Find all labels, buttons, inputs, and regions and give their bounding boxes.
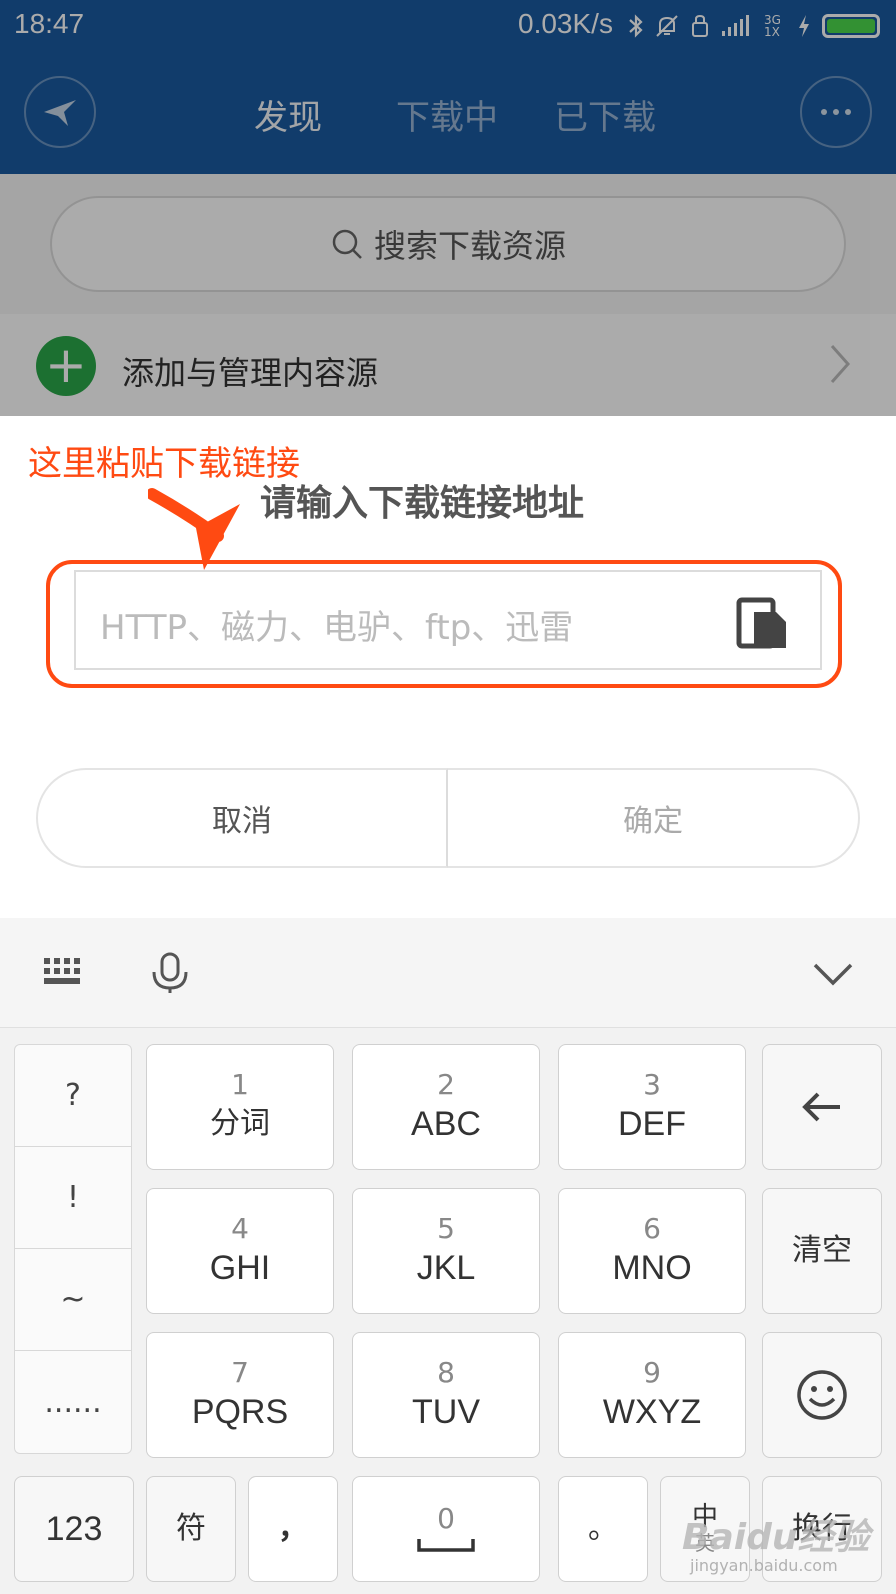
key-number: 2: [437, 1068, 455, 1101]
smiley-icon: [797, 1370, 847, 1420]
key-label: TUV: [412, 1393, 480, 1431]
key-4[interactable]: 4 GHI: [146, 1188, 334, 1314]
key-8[interactable]: 8 TUV: [352, 1332, 540, 1458]
key-number: 9: [643, 1356, 661, 1389]
download-url-input[interactable]: HTTP、磁力、电驴、ftp、迅雷: [74, 570, 822, 670]
symbol-key[interactable]: ......: [15, 1351, 131, 1453]
space-key[interactable]: 0: [352, 1476, 540, 1582]
key-7[interactable]: 7 PQRS: [146, 1332, 334, 1458]
symbol-key[interactable]: ?: [15, 1045, 131, 1147]
key-label: ABC: [411, 1105, 481, 1143]
comma-key[interactable]: ，: [248, 1476, 338, 1582]
modal-overlay[interactable]: [0, 0, 896, 416]
key-number: 0: [437, 1502, 455, 1535]
keyboard-icon[interactable]: [44, 958, 80, 986]
watermark-logo: Baidu经验: [682, 1517, 870, 1558]
keyboard-toolbar: [0, 918, 896, 1028]
key-label: 符: [176, 1511, 206, 1546]
key-number: 3: [643, 1068, 661, 1101]
dialog-title: 请输入下载链接地址: [260, 483, 585, 524]
key-5[interactable]: 5 JKL: [352, 1188, 540, 1314]
clear-key[interactable]: 清空: [762, 1188, 882, 1314]
confirm-button[interactable]: 确定: [448, 768, 860, 868]
key-label: DEF: [618, 1105, 686, 1143]
key-label: 分词: [210, 1106, 270, 1141]
symbol-key[interactable]: !: [15, 1147, 131, 1249]
key-label: MNO: [612, 1249, 692, 1287]
backspace-key[interactable]: [762, 1044, 882, 1170]
key-number: 4: [231, 1212, 249, 1245]
clear-key-label: 清空: [792, 1233, 852, 1268]
url-input-placeholder: HTTP、磁力、电驴、ftp、迅雷: [100, 608, 574, 648]
key-number: 7: [231, 1356, 249, 1389]
symbol-switch-key[interactable]: 符: [146, 1476, 236, 1582]
key-label: 。: [588, 1511, 618, 1546]
key-number: 1: [231, 1068, 249, 1101]
key-label: JKL: [416, 1249, 476, 1287]
key-label: GHI: [209, 1249, 271, 1287]
backspace-icon: [802, 1092, 840, 1122]
symbol-key[interactable]: ~: [15, 1249, 131, 1351]
paste-icon[interactable]: [736, 594, 788, 650]
chevron-down-icon[interactable]: [812, 962, 854, 986]
key-label: WXYZ: [602, 1393, 702, 1431]
download-link-dialog: 这里粘贴下载链接 请输入下载链接地址 HTTP、磁力、电驴、ftp、迅雷 取消 …: [0, 416, 896, 918]
key-1[interactable]: 1 分词: [146, 1044, 334, 1170]
key-6[interactable]: 6 MNO: [558, 1188, 746, 1314]
key-label: PQRS: [191, 1393, 289, 1431]
key-number: 8: [437, 1356, 455, 1389]
microphone-icon[interactable]: [150, 952, 190, 994]
space-bar-icon: [417, 1539, 475, 1552]
symbol-column: ? ! ~ ......: [14, 1044, 132, 1454]
cancel-button[interactable]: 取消: [36, 768, 448, 868]
emoji-key[interactable]: [762, 1332, 882, 1458]
key-number: 5: [437, 1212, 455, 1245]
key-9[interactable]: 9 WXYZ: [558, 1332, 746, 1458]
key-2[interactable]: 2 ABC: [352, 1044, 540, 1170]
watermark-url: jingyan.baidu.com: [690, 1556, 838, 1575]
key-label: ，: [278, 1511, 308, 1546]
key-3[interactable]: 3 DEF: [558, 1044, 746, 1170]
key-label: 123: [45, 1510, 103, 1548]
period-key[interactable]: 。: [558, 1476, 648, 1582]
number-switch-key[interactable]: 123: [14, 1476, 134, 1582]
key-number: 6: [643, 1212, 661, 1245]
